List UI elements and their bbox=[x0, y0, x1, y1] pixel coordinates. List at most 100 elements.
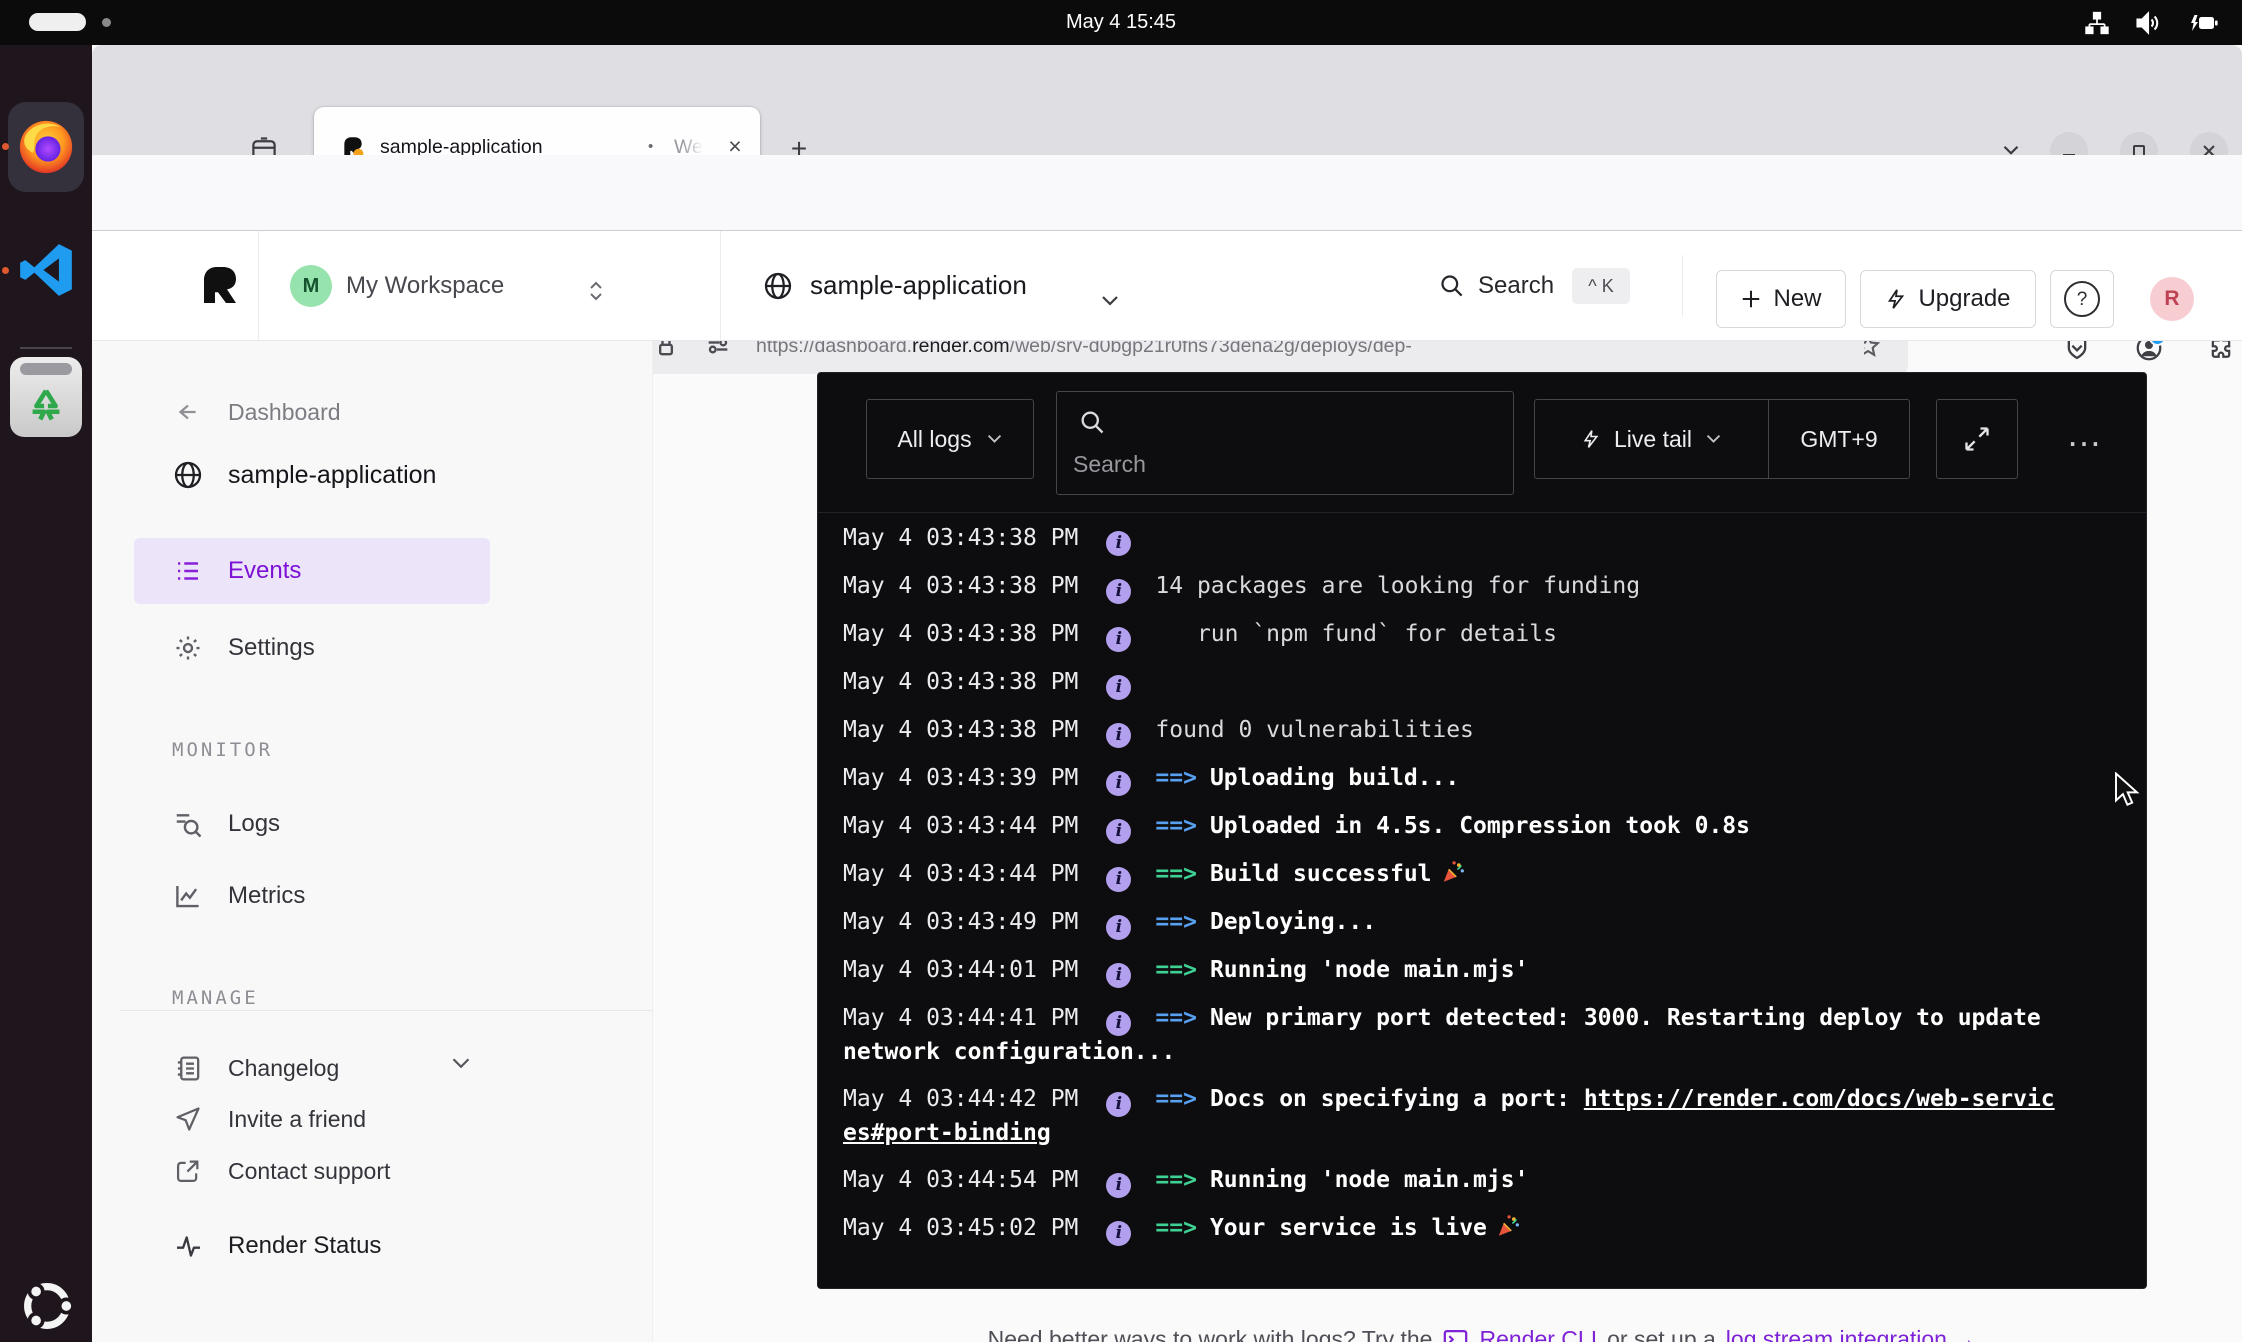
log-timestamp: May 4 03:43:44 PM bbox=[843, 813, 1078, 839]
header-search-icon[interactable] bbox=[1438, 272, 1465, 299]
log-timestamp: May 4 03:43:49 PM bbox=[843, 909, 1078, 935]
sidebar-item-metrics[interactable]: Metrics bbox=[134, 866, 534, 926]
sidebar-item-contact-support[interactable]: Contact support bbox=[134, 1145, 534, 1197]
live-tail-bolt-icon bbox=[1581, 427, 1601, 451]
service-selector[interactable]: sample-application bbox=[810, 231, 1027, 340]
log-message: Uploaded in 4.5s. Compression took 0.8s bbox=[1210, 813, 1750, 839]
info-icon: i bbox=[1106, 723, 1131, 748]
info-icon: i bbox=[1106, 1221, 1131, 1246]
sidebar-item-logs[interactable]: Logs bbox=[134, 794, 534, 854]
header-divider-1 bbox=[258, 231, 259, 340]
system-clock[interactable]: May 4 15:45 bbox=[0, 0, 2242, 45]
question-icon: ? bbox=[2064, 281, 2100, 317]
ubuntu-logo-icon[interactable] bbox=[18, 1277, 76, 1335]
system-tray[interactable] bbox=[2084, 0, 2220, 45]
recycle-icon bbox=[23, 383, 69, 429]
log-message: found 0 vulnerabilities bbox=[1155, 717, 1474, 743]
metrics-chart-icon bbox=[172, 880, 204, 912]
workspace-avatar: M bbox=[290, 265, 332, 307]
new-button[interactable]: New bbox=[1716, 270, 1846, 328]
log-message: Your service is live bbox=[1210, 1215, 1487, 1241]
log-row: May 4 03:43:38 PMi bbox=[843, 659, 2068, 707]
log-row: May 4 03:44:41 PMi==>New primary port de… bbox=[843, 995, 2068, 1076]
changelog-chevron-down-icon[interactable] bbox=[450, 1056, 472, 1071]
screen: May 4 15:45 sample-application • We bbox=[0, 0, 2242, 1342]
sidebar-item-events[interactable]: Events bbox=[134, 538, 490, 604]
log-timestamp: May 4 03:43:38 PM bbox=[843, 525, 1078, 551]
upgrade-button[interactable]: Upgrade bbox=[1860, 270, 2036, 328]
info-icon: i bbox=[1106, 531, 1131, 556]
log-message: Build successful bbox=[1210, 861, 1432, 887]
service-chevron-down-icon[interactable] bbox=[1100, 294, 1120, 308]
events-list-icon bbox=[172, 555, 204, 587]
log-output[interactable]: May 4 03:43:38 PMiMay 4 03:43:38 PMi14 p… bbox=[843, 515, 2068, 1253]
help-button[interactable]: ? bbox=[2050, 270, 2114, 328]
sidebar: Dashboard sample-application Events Sett… bbox=[92, 341, 653, 1342]
log-filter-dropdown[interactable]: All logs bbox=[866, 399, 1034, 479]
live-tail-group: Live tail GMT+9 bbox=[1534, 399, 1910, 479]
tab-strip: sample-application • We × + bbox=[92, 45, 2242, 155]
info-icon: i bbox=[1106, 627, 1131, 652]
log-arrow: ==> bbox=[1155, 813, 1197, 839]
log-timestamp: May 4 03:43:39 PM bbox=[843, 765, 1078, 791]
log-arrow: ==> bbox=[1155, 1167, 1197, 1193]
log-stream-integration-link[interactable]: log stream integration → bbox=[1726, 1326, 1977, 1342]
footer-text: Need better ways to work with logs? Try … bbox=[988, 1326, 1433, 1342]
dock-trash-button[interactable] bbox=[10, 357, 82, 437]
log-row: May 4 03:43:49 PMi==>Deploying... bbox=[843, 899, 2068, 947]
volume-icon bbox=[2134, 9, 2162, 37]
expand-icon bbox=[1963, 425, 1991, 453]
workspace-selector[interactable]: My Workspace bbox=[346, 231, 504, 340]
service-globe-icon bbox=[762, 270, 794, 302]
sidebar-item-changelog[interactable]: Changelog bbox=[134, 1040, 534, 1096]
log-arrow: ==> bbox=[1155, 765, 1197, 791]
log-row: May 4 03:45:02 PM i ==> Your service is liv… bbox=[843, 1205, 2068, 1253]
sidebar-item-render-status[interactable]: Render Status bbox=[134, 1218, 534, 1274]
info-icon: i bbox=[1106, 819, 1131, 844]
log-row: May 4 03:43:38 PMifound 0 vulnerabilitie… bbox=[843, 707, 2068, 755]
browser-toolbar: https://dashboard.render.com/web/srv-d0b… bbox=[92, 155, 2242, 231]
workspace-updown-chevron-icon[interactable] bbox=[588, 280, 604, 302]
info-icon: i bbox=[1106, 1011, 1131, 1036]
sidebar-service-name[interactable]: sample-application bbox=[134, 445, 534, 505]
log-filter-label: All logs bbox=[897, 426, 971, 453]
logs-footer: Need better ways to work with logs? Try … bbox=[817, 1326, 2147, 1342]
log-timestamp: May 4 03:43:44 PM bbox=[843, 861, 1078, 887]
header-divider-3 bbox=[1682, 255, 1683, 317]
log-more-menu[interactable]: … bbox=[2055, 403, 2115, 473]
monitor-section-label: MONITOR bbox=[172, 739, 273, 761]
log-search-input[interactable] bbox=[1063, 440, 1503, 488]
sidebar-item-settings[interactable]: Settings bbox=[134, 618, 534, 678]
log-arrow: ==> bbox=[1155, 909, 1197, 935]
log-search-box[interactable] bbox=[1056, 391, 1514, 495]
header-search-button[interactable]: Search bbox=[1478, 231, 1554, 340]
header-divider-2 bbox=[720, 231, 721, 340]
live-tail-button[interactable]: Live tail bbox=[1535, 426, 1768, 453]
expand-logs-button[interactable] bbox=[1936, 399, 2018, 479]
log-timestamp: May 4 03:44:41 PM bbox=[843, 1005, 1078, 1031]
battery-icon bbox=[2186, 10, 2220, 36]
render-logo[interactable] bbox=[196, 261, 244, 309]
dock bbox=[0, 45, 92, 1342]
info-icon: i bbox=[1106, 867, 1131, 892]
dock-firefox-button[interactable] bbox=[8, 102, 84, 192]
info-icon: i bbox=[1106, 579, 1131, 604]
user-avatar[interactable]: R bbox=[2150, 277, 2194, 321]
log-arrow: ==> bbox=[1155, 1215, 1197, 1241]
log-row: May 4 03:43:38 PM i bbox=[843, 515, 2068, 563]
dock-vscode-button[interactable] bbox=[12, 233, 80, 307]
log-row: May 4 03:43:38 PM i 14 packages are lookin… bbox=[843, 563, 2068, 611]
info-icon: i bbox=[1106, 1173, 1131, 1198]
log-arrow: ==> bbox=[1155, 957, 1197, 983]
log-timestamp: May 4 03:45:02 PM bbox=[843, 1215, 1078, 1241]
search-shortcut-badge: ^ K bbox=[1572, 268, 1630, 304]
gear-icon bbox=[172, 632, 204, 664]
timezone-button[interactable]: GMT+9 bbox=[1769, 426, 1909, 453]
log-row: May 4 03:43:38 PMi run `npm fund` for de… bbox=[843, 611, 2068, 659]
render-cli-link[interactable]: Render CLI bbox=[1479, 1326, 1597, 1342]
sidebar-back-dashboard[interactable]: Dashboard bbox=[134, 382, 534, 442]
sidebar-item-invite[interactable]: Invite a friend bbox=[134, 1093, 534, 1145]
log-timestamp: May 4 03:43:38 PM bbox=[843, 573, 1078, 599]
changelog-icon bbox=[172, 1052, 204, 1084]
log-message: 14 packages are looking for funding bbox=[1155, 573, 1640, 599]
